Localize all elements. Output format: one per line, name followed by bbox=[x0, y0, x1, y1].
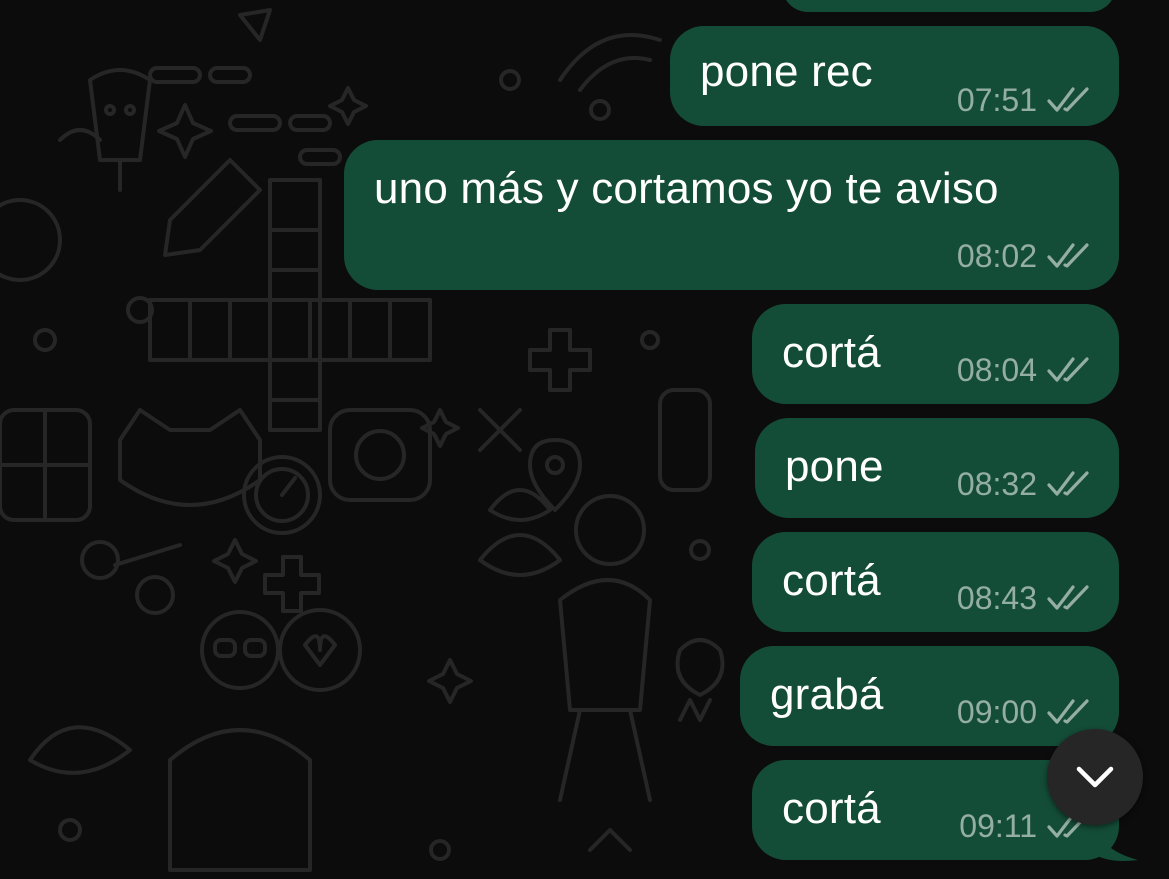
message-time: 09:00 bbox=[956, 693, 1037, 730]
message-meta: 08:32 bbox=[957, 466, 1093, 502]
message-text: uno más y cortamos yo te aviso bbox=[374, 164, 999, 213]
message-meta: 08:02 bbox=[957, 238, 1093, 274]
person-doodle bbox=[168, 610, 312, 872]
message-bubble[interactable]: pone 08:32 bbox=[755, 418, 1119, 518]
double-check-icon bbox=[1047, 585, 1089, 610]
message-time: 08:43 bbox=[956, 579, 1037, 616]
message-text: pone bbox=[785, 442, 884, 491]
double-check-icon bbox=[1047, 87, 1089, 112]
previous-message-bubble[interactable] bbox=[782, 0, 1116, 12]
message-meta: 09:00 bbox=[957, 694, 1093, 730]
cat-doodle bbox=[118, 408, 262, 507]
message-meta: 08:04 bbox=[957, 352, 1093, 388]
double-check-icon bbox=[1047, 357, 1089, 382]
message-text: cortá bbox=[782, 556, 881, 605]
message-time: 09:11 bbox=[959, 807, 1037, 844]
message-text: cortá bbox=[782, 328, 881, 377]
scroll-to-bottom-button[interactable] bbox=[1047, 729, 1143, 825]
chevron-down-icon bbox=[1076, 766, 1114, 788]
message-text: grabá bbox=[770, 670, 884, 719]
message-bubble[interactable]: pone rec 07:51 bbox=[670, 26, 1119, 126]
double-check-icon bbox=[1047, 699, 1089, 724]
message-bubble[interactable]: uno más y cortamos yo te aviso 08:02 bbox=[344, 140, 1119, 290]
message-time: 08:02 bbox=[956, 237, 1037, 274]
message-bubble[interactable]: cortá 08:43 bbox=[752, 532, 1119, 632]
double-check-icon bbox=[1047, 471, 1089, 496]
message-meta: 08:43 bbox=[957, 580, 1093, 616]
message-meta: 07:51 bbox=[957, 82, 1093, 118]
ice-cream-doodle bbox=[88, 68, 152, 192]
star-doodle bbox=[157, 103, 213, 159]
message-text: cortá bbox=[782, 784, 881, 833]
message-time: 08:32 bbox=[956, 465, 1037, 502]
double-check-icon bbox=[1047, 243, 1089, 268]
message-bubble[interactable]: cortá 08:04 bbox=[752, 304, 1119, 404]
message-time: 08:04 bbox=[956, 351, 1037, 388]
chat-view: pone rec 07:51 uno más y cortamos yo te … bbox=[0, 0, 1169, 879]
message-text: pone rec bbox=[700, 47, 873, 96]
message-bubble[interactable]: grabá 09:00 bbox=[740, 646, 1119, 746]
message-time: 07:51 bbox=[956, 81, 1037, 118]
